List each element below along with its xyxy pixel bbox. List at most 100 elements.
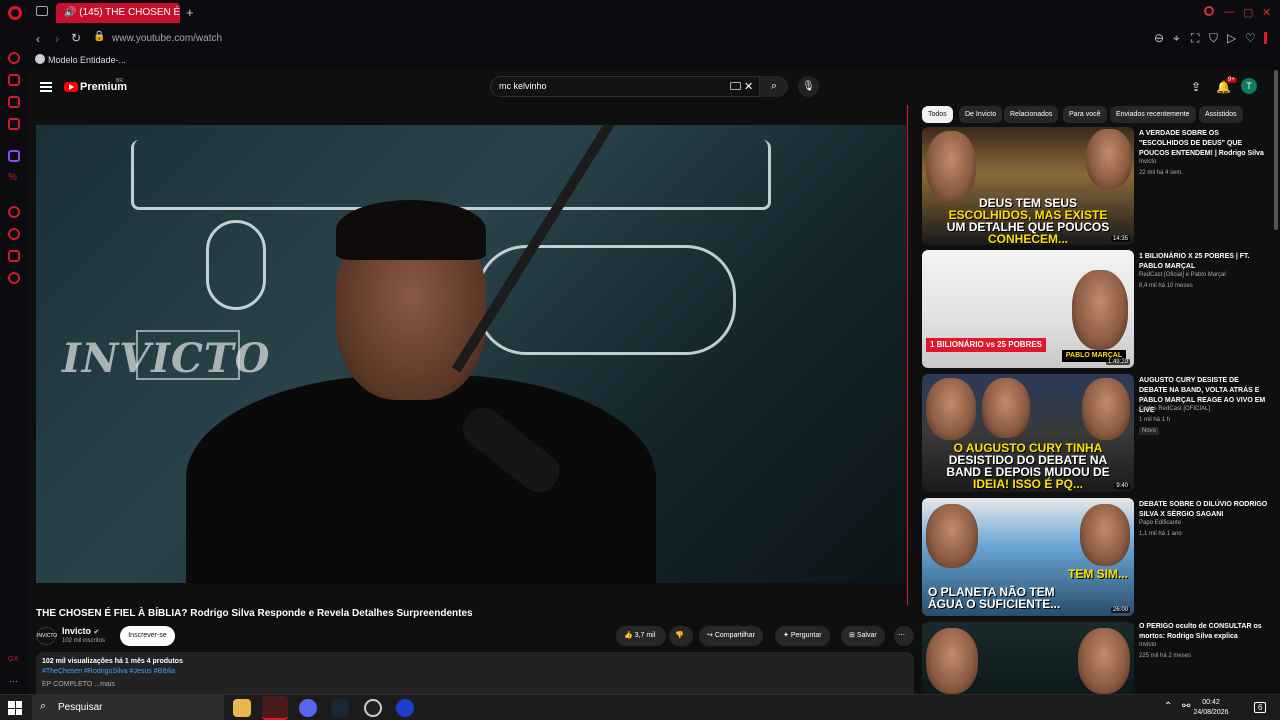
heart-icon[interactable]: ♡ xyxy=(1245,31,1256,45)
recommendation-thumbnail[interactable]: 1 BILIONÁRIO vs 25 POBRES PABLO MARÇAL 1… xyxy=(922,250,1134,368)
reload-icon[interactable]: ↻ xyxy=(71,31,81,45)
percent-icon[interactable]: % xyxy=(8,172,20,184)
close-button[interactable]: ✕ xyxy=(1262,6,1271,19)
browser-tab-active[interactable]: 🔊 (145) THE CHOSEN É FI xyxy=(56,3,180,23)
clear-search-icon[interactable]: ✕ xyxy=(744,80,753,93)
aria-icon[interactable] xyxy=(8,52,20,64)
taskbar-clock[interactable]: 00:42 24/08/2026 xyxy=(1190,698,1232,718)
ea-app-icon[interactable] xyxy=(396,699,414,717)
snapshot-icon[interactable]: ⌖ xyxy=(1173,31,1180,46)
recommendation-thumbnail[interactable]: O AUGUSTO CURY TINHA DESISTIDO DO DEBATE… xyxy=(922,374,1134,492)
channel-name[interactable]: Invicto ✔ xyxy=(62,626,99,636)
duration-badge: 1:49:20 xyxy=(1105,359,1130,365)
bookmark-item[interactable]: Modelo Entidade-... xyxy=(48,55,126,65)
opera-gx-taskbar-icon[interactable] xyxy=(262,696,288,720)
save-button[interactable]: ⊞ Salvar xyxy=(841,626,885,646)
notification-center-icon[interactable]: 6 xyxy=(1254,702,1267,713)
description-hashtags[interactable]: #TheChosen #RodrigoSilva #Jesus #Bíblia xyxy=(42,668,908,675)
video-description[interactable]: 102 mil visualizações há 1 mês 4 produto… xyxy=(36,652,914,694)
recommendation-thumbnail[interactable]: DEUS TEM SEUS ESCOLHIDOS, MAS EXISTE UM … xyxy=(922,127,1134,245)
search-icon[interactable] xyxy=(1204,6,1214,16)
back-icon[interactable]: ‹ xyxy=(36,32,40,46)
player-icon[interactable] xyxy=(8,206,20,218)
more-actions-button[interactable]: ⋯ xyxy=(894,626,914,646)
chip-todos[interactable]: Todos xyxy=(922,106,953,123)
chip-para-voce[interactable]: Para você xyxy=(1063,106,1107,123)
recommendation-channel[interactable]: Papo Edificante xyxy=(1139,520,1269,526)
messenger-icon[interactable] xyxy=(8,74,20,86)
recommendation-channel[interactable]: Invicto xyxy=(1139,159,1269,165)
twitch-icon[interactable] xyxy=(8,150,20,162)
url-field[interactable]: www.youtube.com/watch xyxy=(112,33,222,44)
new-tab-button[interactable]: + xyxy=(186,5,194,20)
thumbs-up-icon: 👍 xyxy=(624,632,633,639)
settings-gear-icon[interactable] xyxy=(8,272,20,284)
recommendation-title[interactable]: O PERIGO oculto de CONSULTAR os mortos: … xyxy=(1139,622,1269,642)
recommendation-thumbnail[interactable] xyxy=(922,622,1134,694)
share-button[interactable]: ↪ Compartilhar xyxy=(699,626,763,646)
thumbnail-overlay-text: 1 BILIONÁRIO vs 25 POBRES xyxy=(926,338,1046,352)
tab-manager-icon[interactable] xyxy=(36,6,48,16)
steam-icon[interactable] xyxy=(331,699,349,717)
chip-de-invicto[interactable]: De Invicto xyxy=(959,106,1003,123)
play-icon[interactable]: ▷ xyxy=(1227,31,1236,45)
chrome-icon[interactable] xyxy=(364,699,382,717)
vk-icon[interactable] xyxy=(8,118,20,130)
tray-chevron-icon[interactable]: ⌃ xyxy=(1164,701,1172,712)
channel-avatar[interactable]: INVICTO xyxy=(36,627,57,645)
sidebar-toggle-icon[interactable] xyxy=(1264,32,1267,44)
file-explorer-icon[interactable] xyxy=(233,699,251,717)
recommendation-title[interactable]: A VERDADE SOBRE OS "ESCOLHIDOS DE DEUS" … xyxy=(1139,129,1269,159)
recommendation-channel[interactable]: RedCast [Oficial] e Pablo Marçal xyxy=(1139,272,1269,278)
gx-icon[interactable]: GX xyxy=(8,656,18,663)
zoom-icon[interactable]: ⊖ xyxy=(1154,31,1164,45)
thumbnail-face xyxy=(1072,270,1128,350)
like-count: 3,7 mil xyxy=(634,632,656,639)
thumbnail-face xyxy=(926,131,976,201)
page-scrollbar[interactable] xyxy=(1274,70,1278,230)
recommendation-title[interactable]: 1 BILIONÁRIO X 25 POBRES | FT. PABLO MAR… xyxy=(1139,252,1269,272)
ask-button[interactable]: ✦ Perguntar xyxy=(775,626,830,646)
recommendation-meta: 22 mil há 4 sem. xyxy=(1139,170,1184,176)
hamburger-menu-icon[interactable] xyxy=(40,82,52,92)
taskbar-search[interactable]: Pesquisar xyxy=(32,695,224,720)
chip-assistidos[interactable]: Assistidos xyxy=(1199,106,1243,123)
start-button[interactable] xyxy=(8,701,22,715)
crop-icon[interactable]: ⛶ xyxy=(1191,31,1199,46)
recommendation-channel[interactable]: Invicto xyxy=(1139,642,1269,648)
create-upload-icon[interactable]: ⇪ xyxy=(1191,80,1201,94)
thumbnail-face xyxy=(926,628,978,694)
dislike-button[interactable]: 👎 xyxy=(669,626,693,646)
keyboard-icon[interactable] xyxy=(730,82,741,90)
description-more[interactable]: EP COMPLETO ...mais xyxy=(42,681,908,688)
recommendation-thumbnail[interactable]: TEM SIM... O PLANETA NÃO TEM ÁGUA O SUFI… xyxy=(922,498,1134,616)
thumbnail-face xyxy=(926,378,976,440)
history-icon[interactable] xyxy=(8,228,20,240)
chip-relacionados[interactable]: Relacionados xyxy=(1004,106,1059,123)
shield-icon[interactable]: ⛉ xyxy=(1209,31,1218,46)
recommendation-title[interactable]: DEBATE SOBRE O DILÚVIO RODRIGO SILVA X S… xyxy=(1139,500,1269,520)
like-button[interactable]: 👍 3,7 mil xyxy=(616,626,666,646)
instagram-icon[interactable] xyxy=(8,96,20,108)
account-avatar[interactable]: T xyxy=(1241,78,1257,94)
search-input[interactable]: mc kelvinho xyxy=(490,76,760,97)
voice-search-button[interactable]: 🎙 xyxy=(798,76,819,97)
host-hair xyxy=(336,200,486,260)
video-player[interactable]: INVICTO xyxy=(36,125,906,583)
video-title: THE CHOSEN É FIEL À BÍBLIA? Rodrigo Silv… xyxy=(36,608,473,619)
maximize-button[interactable]: ▢ xyxy=(1243,6,1253,19)
chip-enviados-recentemente[interactable]: Enviados recentemente xyxy=(1110,106,1196,123)
search-button[interactable]: ⌕ xyxy=(760,76,788,97)
recommendation-channel[interactable]: Cortes RedCast [OFICIAL] xyxy=(1139,406,1269,412)
more-icon[interactable]: ··· xyxy=(9,676,18,686)
forward-icon[interactable]: › xyxy=(55,32,59,46)
youtube-logo-icon[interactable] xyxy=(64,82,78,92)
minimize-button[interactable]: — xyxy=(1224,6,1235,18)
thumbnail-overlay-text: TEM SIM... xyxy=(1068,567,1128,581)
subscribe-button[interactable]: Inscrever-se xyxy=(120,626,175,646)
opera-logo-icon[interactable] xyxy=(8,6,22,20)
notifications-badge: 9+ xyxy=(1226,77,1237,83)
discord-icon[interactable] xyxy=(299,699,317,717)
extensions-icon[interactable] xyxy=(8,250,20,262)
bookmarks-bar: Modelo Entidade-... xyxy=(0,50,1280,70)
